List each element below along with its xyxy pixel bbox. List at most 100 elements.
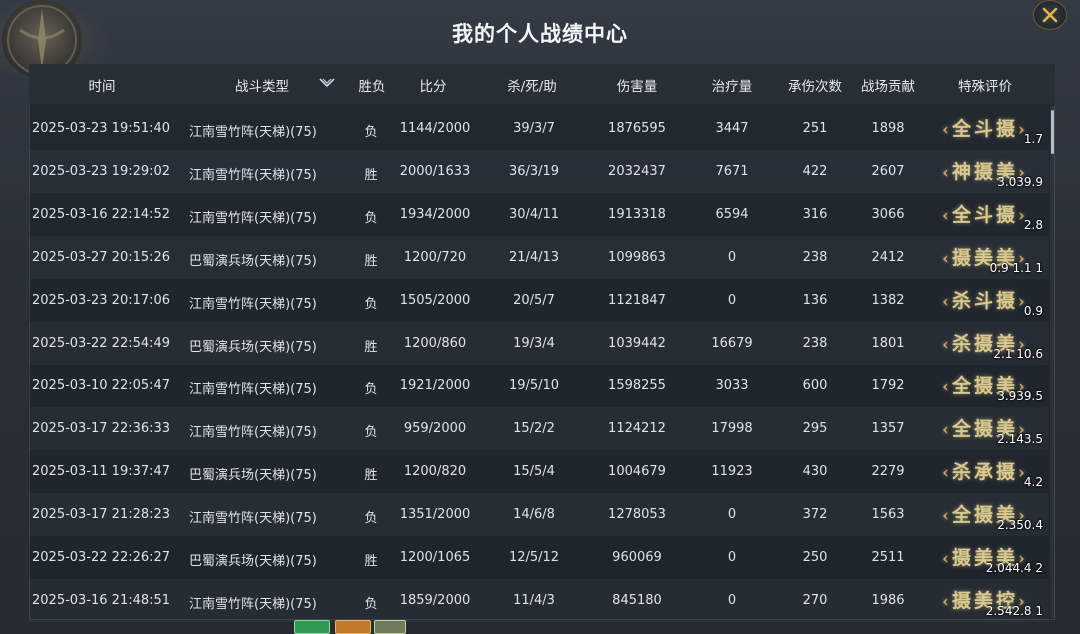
evaluation-badge[interactable]: ‹全摄美› 3.939.5 [925, 367, 1045, 405]
table-row[interactable]: 2025-03-16 21:48:51 江南雪竹阵(天梯)(75) 负 1859/20… [29, 579, 1049, 622]
cell-time: 2025-03-17 21:28:23 [32, 507, 171, 523]
evaluation-badge[interactable]: ‹神摄美› 3.039.9 [925, 153, 1045, 191]
header-battle-type[interactable]: 战斗类型 [222, 75, 302, 95]
cell-battle-type: 江南雪竹阵(天梯)(75) [189, 425, 317, 441]
badge-left-bracket-icon: ‹ [942, 291, 952, 312]
evaluation-badge[interactable]: ‹杀斗摄› 0.9 [925, 282, 1045, 320]
cell-heal: 16679 [711, 335, 753, 351]
cell-damage: 1876595 [608, 121, 666, 136]
cell-contribution: 1898 [871, 121, 905, 136]
cell-heal: 11923 [711, 464, 753, 480]
cell-score: 1921/2000 [399, 378, 471, 394]
badge-score: 3.939.5 [997, 389, 1043, 404]
cell-heal: 3033 [715, 378, 749, 394]
cell-result: 负 [364, 296, 378, 312]
badge-left-bracket-icon: ‹ [942, 506, 952, 527]
cell-battle-type: 江南雪竹阵(天梯)(75) [189, 511, 317, 527]
header-evaluation: 特殊评价 [958, 79, 1012, 95]
cell-contribution: 1792 [871, 378, 905, 394]
cell-kda: 14/6/8 [513, 507, 555, 523]
cell-battle-type: 巴蜀演兵场(天梯)(75) [189, 339, 317, 355]
cell-result: 胜 [364, 468, 378, 484]
green-item-icon[interactable] [294, 620, 330, 634]
cell-time: 2025-03-17 22:36:33 [32, 421, 171, 437]
scrollbar-thumb[interactable] [1051, 110, 1054, 154]
scroll-item-icon[interactable] [335, 620, 371, 634]
table-row[interactable]: 2025-03-27 20:15:26 巴蜀演兵场(天梯)(75) 胜 1200/72… [29, 236, 1049, 279]
evaluation-badge[interactable]: ‹摄美美› 2.044.4 2 [925, 539, 1045, 577]
cell-time: 2025-03-22 22:26:27 [32, 550, 171, 565]
cell-result: 胜 [364, 167, 378, 183]
cell-kda: 19/5/10 [508, 378, 560, 394]
cell-kda: 21/4/13 [508, 249, 560, 265]
table-row[interactable]: 2025-03-23 19:29:02 江南雪竹阵(天梯)(75) 胜 2000/16… [29, 150, 1049, 193]
evaluation-badge[interactable]: ‹全摄美› 2.350.4 [925, 496, 1045, 534]
evaluation-badge[interactable]: ‹杀承摄› 4.2 [925, 453, 1045, 491]
table-row[interactable]: 2025-03-23 19:51:40 江南雪竹阵(天梯)(75) 负 1144/20… [29, 107, 1049, 150]
cell-score: 1200/820 [403, 464, 467, 480]
cell-time: 2025-03-11 19:37:47 [32, 464, 171, 480]
cell-time: 2025-03-10 22:05:47 [32, 378, 171, 394]
cell-result: 胜 [364, 554, 378, 569]
cell-damage: 1121847 [608, 292, 666, 308]
cell-result: 负 [364, 511, 378, 527]
cell-kda: 11/4/3 [513, 592, 555, 608]
close-button[interactable] [1033, 0, 1067, 30]
cell-time: 2025-03-23 19:29:02 [32, 163, 171, 179]
badge-text: 全斗摄 [951, 118, 1018, 140]
cell-time: 2025-03-16 21:48:51 [32, 592, 171, 608]
table-row[interactable]: 2025-03-17 22:36:33 江南雪竹阵(天梯)(75) 负 959/200… [29, 407, 1049, 450]
scrollbar-track[interactable] [1050, 106, 1055, 618]
cell-heal: 0 [727, 550, 737, 565]
cell-time: 2025-03-23 19:51:40 [32, 121, 171, 136]
cell-damage: 1039442 [608, 335, 666, 351]
bottom-toolbar [280, 618, 410, 634]
badge-left-bracket-icon: ‹ [942, 334, 952, 355]
header-damage: 伤害量 [616, 79, 658, 95]
cell-score: 2000/1633 [399, 163, 471, 179]
badge-left-bracket-icon: ‹ [942, 463, 952, 484]
cell-score: 1934/2000 [399, 206, 471, 222]
chevron-down-icon[interactable] [318, 76, 336, 90]
evaluation-badge[interactable]: ‹全摄美› 2.143.5 [925, 410, 1045, 448]
cell-kda: 15/5/4 [513, 464, 555, 480]
cell-battle-type: 巴蜀演兵场(天梯)(75) [189, 253, 317, 269]
cell-kda: 30/4/11 [508, 206, 560, 222]
table-row[interactable]: 2025-03-16 22:14:52 江南雪竹阵(天梯)(75) 负 1934/20… [29, 193, 1049, 236]
cell-contribution: 2412 [871, 249, 905, 265]
header-kda: 杀/死/助 [507, 79, 557, 95]
cell-kda: 39/3/7 [513, 121, 555, 136]
cell-damage-taken: 270 [802, 592, 828, 608]
cell-damage: 2032437 [608, 163, 666, 179]
badge-left-bracket-icon: ‹ [942, 162, 952, 183]
table-row[interactable]: 2025-03-17 21:28:23 江南雪竹阵(天梯)(75) 负 1351/20… [29, 493, 1049, 536]
cell-kda: 12/5/12 [508, 550, 560, 565]
cell-result: 负 [364, 125, 378, 140]
evaluation-badge[interactable]: ‹摄美控› 2.542.8 1 [925, 582, 1045, 620]
cell-score: 959/2000 [403, 421, 467, 437]
cell-score: 1200/860 [403, 335, 467, 351]
cell-contribution: 1382 [871, 292, 905, 308]
table-row[interactable]: 2025-03-22 22:26:27 巴蜀演兵场(天梯)(75) 胜 1200/10… [29, 536, 1049, 579]
cell-battle-type: 江南雪竹阵(天梯)(75) [189, 167, 317, 183]
cell-heal: 7671 [715, 163, 749, 179]
cell-heal: 3447 [715, 121, 749, 136]
cell-damage-taken: 372 [802, 507, 828, 523]
evaluation-badge[interactable]: ‹摄美美› 0.9 1.1 1 [925, 239, 1045, 277]
evaluation-badge[interactable]: ‹全斗摄› 1.7 [925, 110, 1045, 148]
table-row[interactable]: 2025-03-22 22:54:49 巴蜀演兵场(天梯)(75) 胜 1200/86… [29, 322, 1049, 365]
evaluation-badge[interactable]: ‹全斗摄› 2.8 [925, 196, 1045, 234]
cell-score: 1859/2000 [399, 592, 471, 608]
header-result: 胜负 [358, 79, 386, 95]
badge-score: 4.2 [1023, 475, 1043, 490]
table-row[interactable]: 2025-03-11 19:37:47 巴蜀演兵场(天梯)(75) 胜 1200/82… [29, 450, 1049, 493]
cell-battle-type: 江南雪竹阵(天梯)(75) [189, 296, 317, 312]
table-row[interactable]: 2025-03-23 20:17:06 江南雪竹阵(天梯)(75) 负 1505/20… [29, 279, 1049, 322]
table-row[interactable]: 2025-03-10 22:05:47 江南雪竹阵(天梯)(75) 负 1921/20… [29, 364, 1049, 407]
scene-item-icon[interactable] [374, 620, 406, 634]
badge-text: 杀承摄 [951, 461, 1018, 484]
cell-contribution: 1801 [871, 335, 905, 351]
cell-score: 1351/2000 [399, 507, 471, 523]
cell-heal: 17998 [711, 421, 753, 437]
evaluation-badge[interactable]: ‹杀摄美› 2.1 10.6 [925, 325, 1045, 363]
